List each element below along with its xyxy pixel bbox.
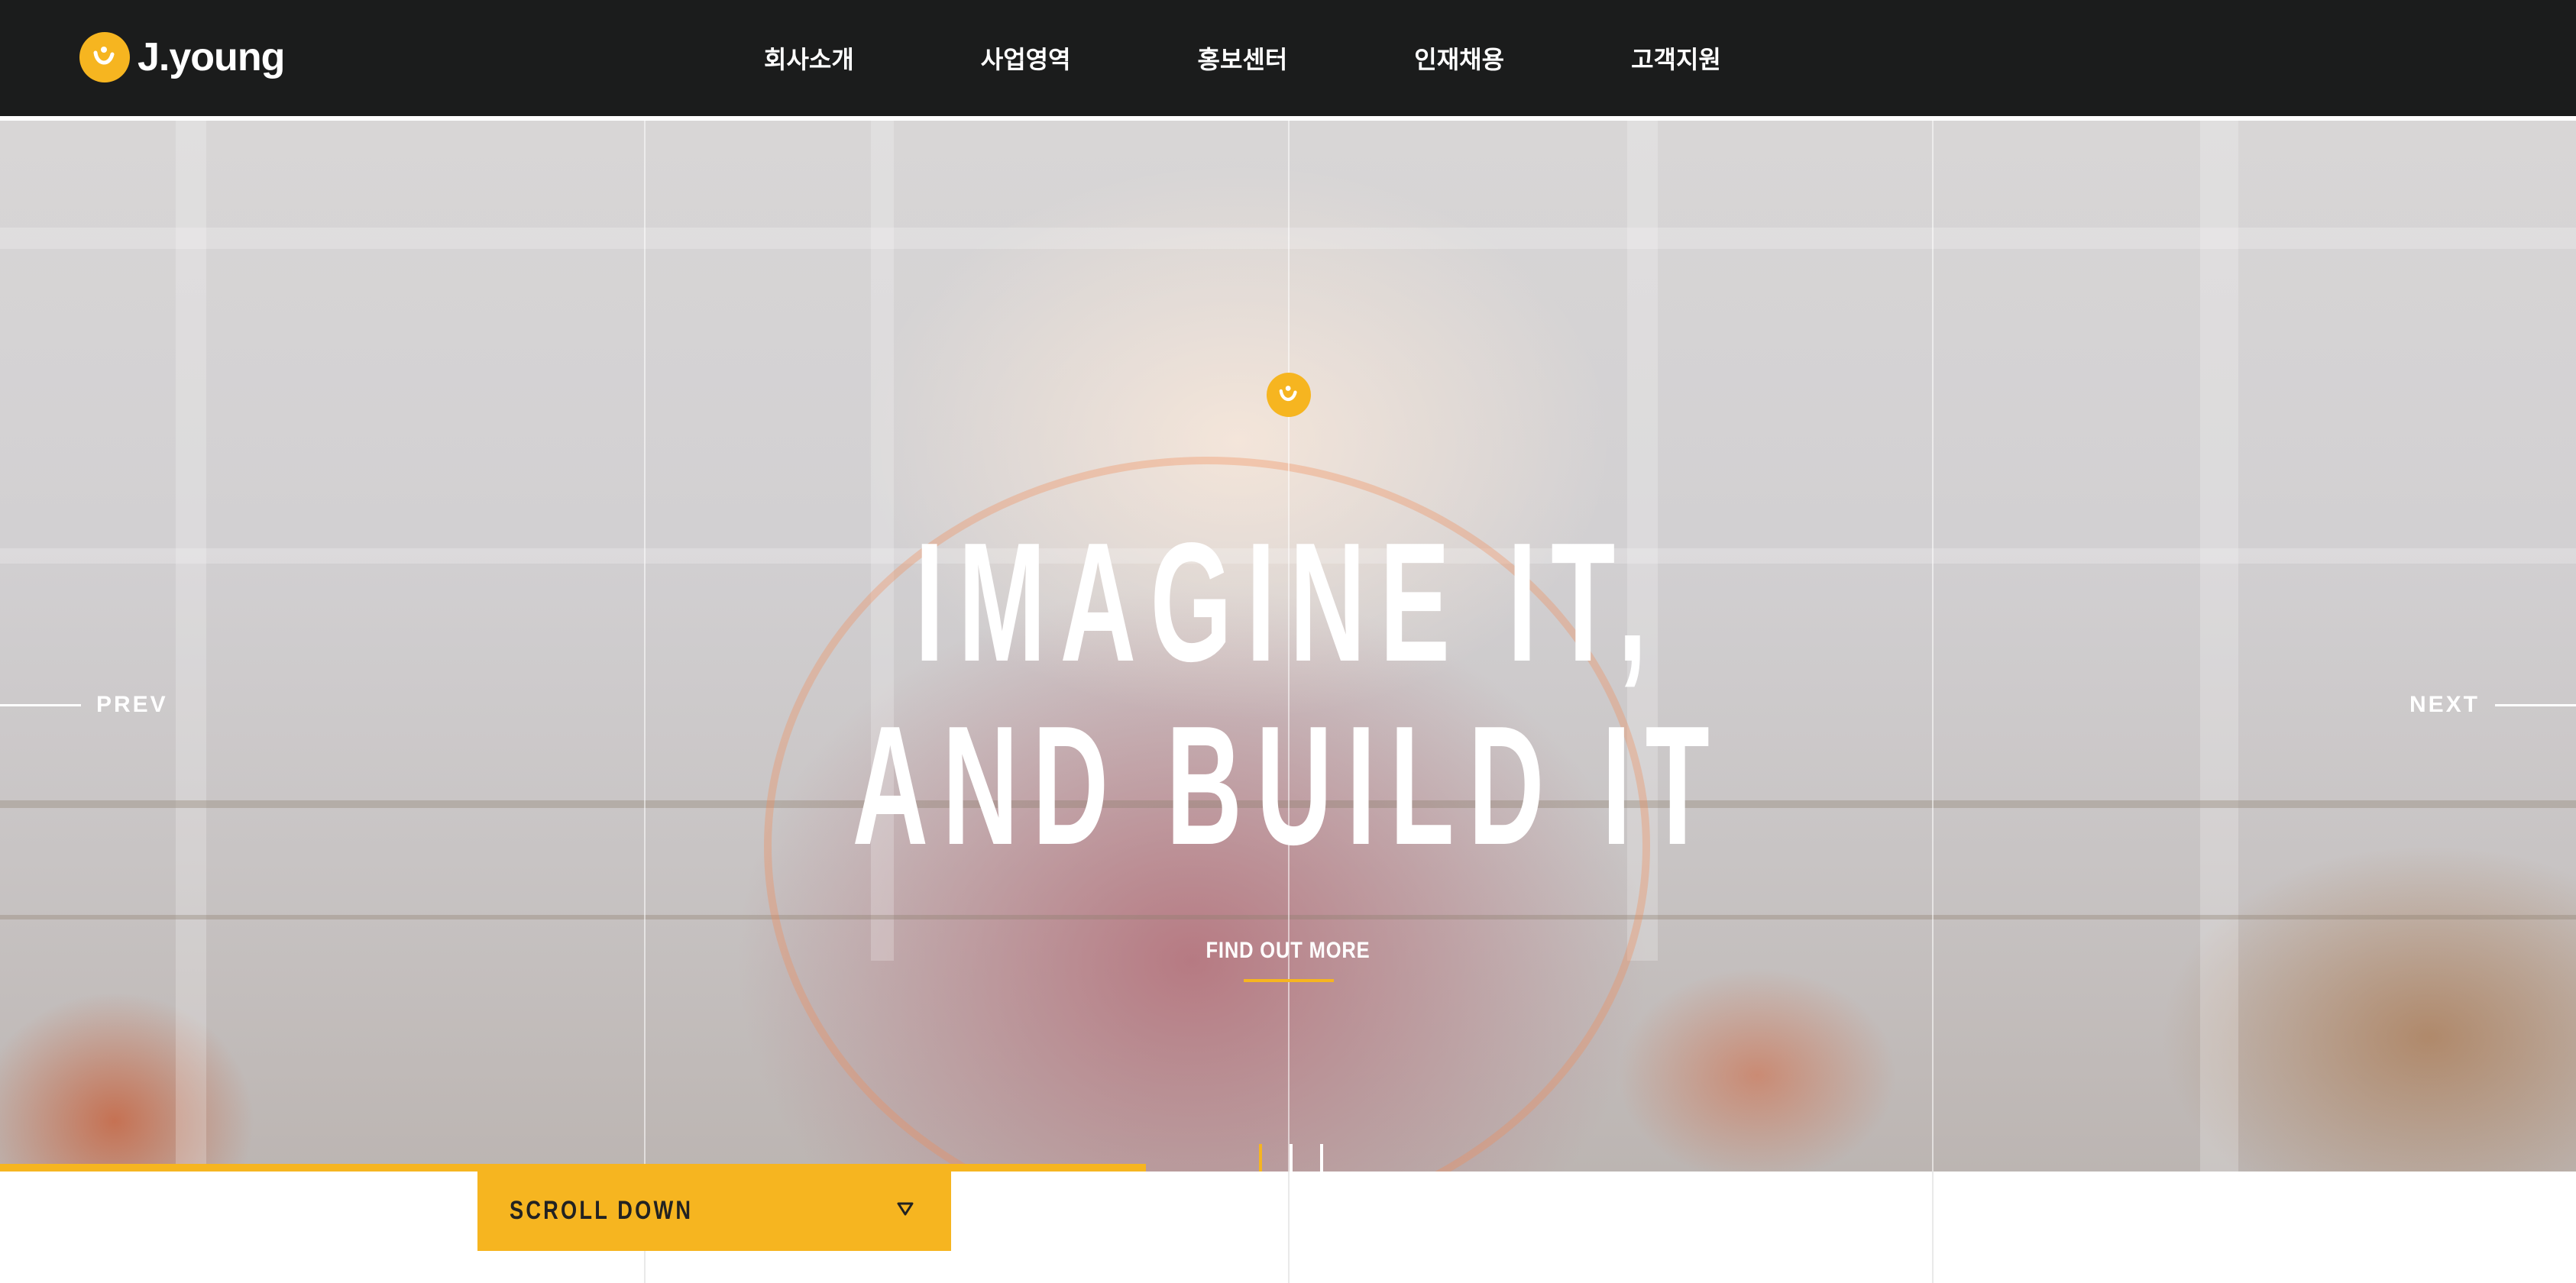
main-nav: 회사소개 사업영역 홍보센터 인재채용 고객지원 [764, 0, 1721, 116]
find-out-more-link[interactable]: FIND OUT MORE [1204, 938, 1373, 964]
slide-indicator-1[interactable] [1259, 1144, 1262, 1172]
prev-label: PREV [96, 692, 168, 717]
nav-item-business[interactable]: 사업영역 [981, 40, 1071, 76]
nav-item-support[interactable]: 고객지원 [1631, 40, 1721, 76]
hero-headline-line-1: IMAGINE IT, [914, 508, 1662, 697]
cta-underline [1244, 979, 1334, 982]
prev-line [0, 703, 81, 706]
brand-mark-icon [79, 32, 130, 82]
scroll-down-label: SCROLL DOWN [510, 1195, 694, 1225]
triangle-down-icon [896, 1201, 914, 1220]
nav-item-pr-center[interactable]: 홍보센터 [1198, 40, 1288, 76]
slide-indicator-3[interactable] [1320, 1144, 1323, 1172]
hero-slider: IMAGINE IT, AND BUILD IT FIND OUT MORE P… [0, 121, 2576, 1172]
nav-item-company[interactable]: 회사소개 [764, 40, 854, 76]
next-line [2495, 703, 2576, 706]
next-label: NEXT [2409, 692, 2480, 717]
slide-indicator-2[interactable] [1290, 1144, 1293, 1172]
next-button[interactable]: NEXT [2394, 690, 2576, 720]
site-header: J.young 회사소개 사업영역 홍보센터 인재채용 고객지원 [0, 0, 2576, 116]
brand-mark-icon [1267, 373, 1311, 417]
slide-indicators [1259, 1144, 1351, 1172]
logo[interactable]: J.young [79, 31, 285, 84]
grid-line [1932, 1172, 1934, 1283]
scroll-down-button[interactable]: SCROLL DOWN [477, 1170, 951, 1251]
brand-name: J.young [138, 35, 285, 79]
hero-headline-line-2: AND BUILD IT [852, 691, 1724, 881]
grid-line [1288, 1172, 1290, 1283]
prev-button[interactable]: PREV [0, 690, 183, 720]
nav-item-recruit[interactable]: 인재채용 [1414, 40, 1504, 76]
